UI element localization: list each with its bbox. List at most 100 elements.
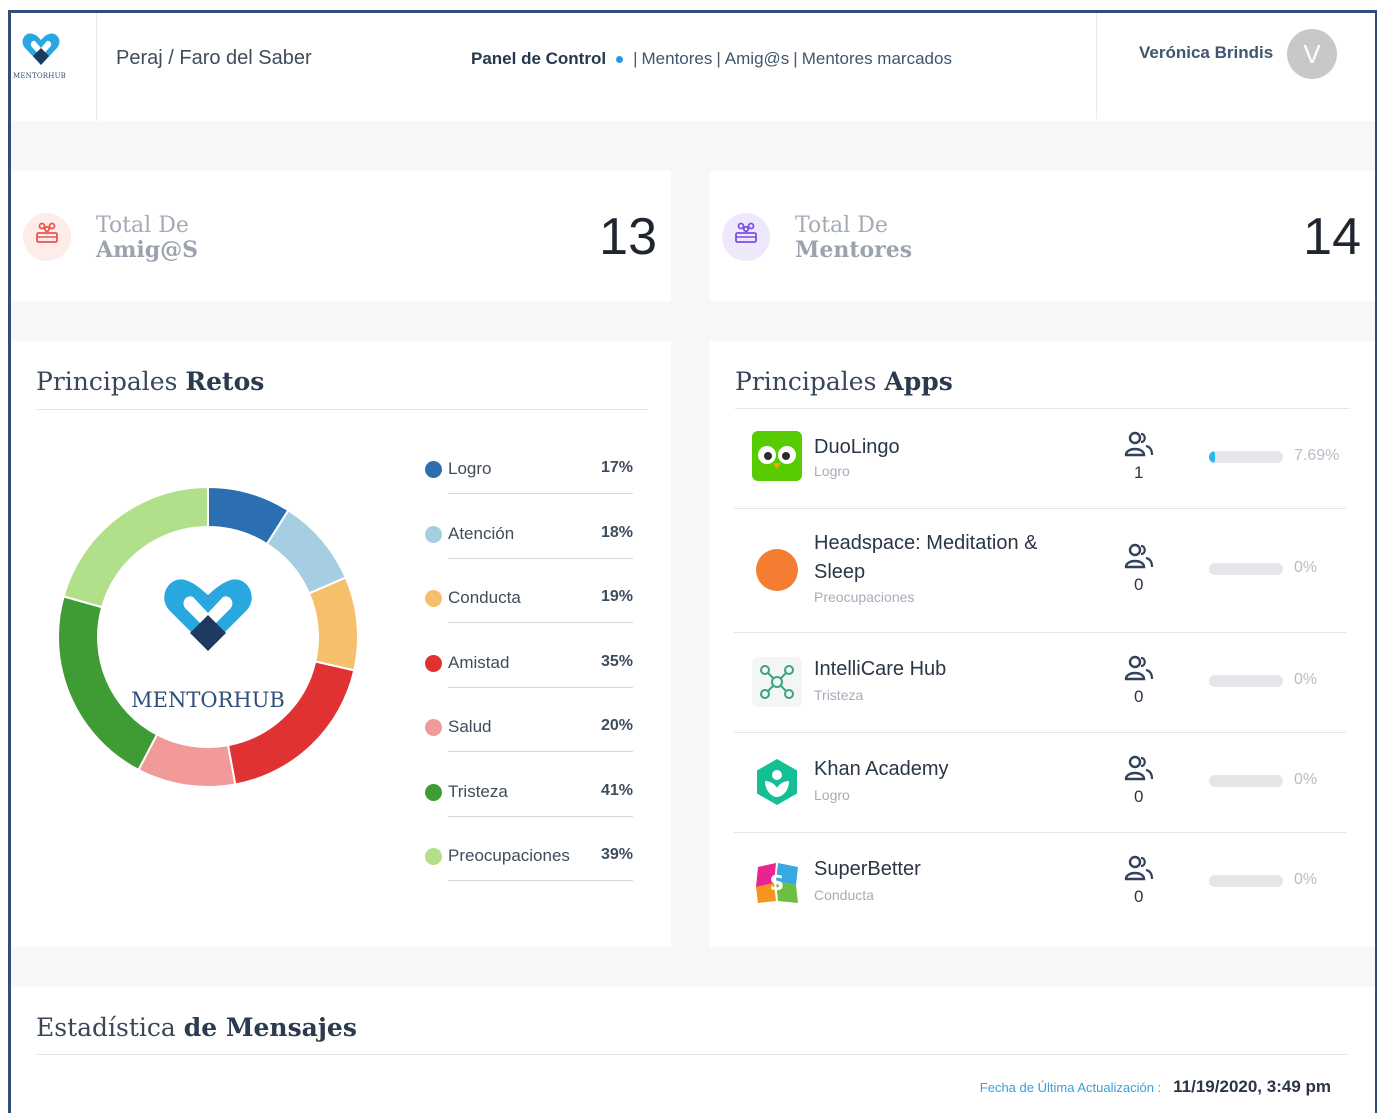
legend-color-dot — [425, 719, 442, 736]
nav-separator: | — [633, 49, 638, 68]
last-update: Fecha de Última Actualización : 11/19/20… — [980, 1077, 1331, 1097]
nav-amigos[interactable]: Amig@s — [725, 49, 790, 69]
legend-divider — [448, 815, 633, 817]
legend-item[interactable]: Amistad 35% — [423, 645, 633, 710]
nav-separator: | — [793, 49, 798, 68]
app-name: SuperBetter — [814, 858, 921, 880]
app-row-khan-academy[interactable]: Khan Academy Logro 0 0% — [734, 733, 1346, 833]
total-mentores-card: Total De Mentores 14 — [710, 171, 1375, 301]
legend-item[interactable]: Atención 18% — [423, 516, 633, 581]
stat-value: 13 — [599, 208, 657, 266]
usage-progress-fill — [1209, 451, 1215, 463]
group-icon — [23, 213, 71, 261]
app-name: DuoLingo — [814, 436, 900, 458]
legend-percent: 20% — [600, 717, 633, 734]
people-icon — [1124, 543, 1154, 569]
usage-percent: 0% — [1294, 771, 1318, 788]
app-category: Logro — [814, 463, 850, 479]
app-user-count: 0 — [1134, 575, 1144, 594]
legend-label: Preocupaciones — [448, 846, 570, 865]
intellicare-icon — [752, 657, 802, 707]
app-user-count: 0 — [1134, 787, 1144, 806]
last-update-value: 11/19/2020, 3:49 pm — [1173, 1077, 1331, 1096]
user-menu[interactable]: Verónica Brindis V — [1096, 13, 1375, 119]
divider — [36, 1054, 1348, 1055]
legend-item[interactable]: Logro 17% — [423, 451, 633, 516]
people-icon — [1124, 855, 1154, 881]
mensajes-title: Estadística de Mensajes — [36, 1013, 357, 1042]
title-bold: de Mensajes — [183, 1013, 357, 1042]
legend-item[interactable]: Tristeza 41% — [423, 774, 633, 839]
people-icon — [1124, 431, 1154, 457]
donut-slice-amistad[interactable] — [226, 660, 356, 786]
app-category: Logro — [814, 787, 850, 803]
legend-percent: 18% — [600, 523, 633, 541]
total-amigos-card: Total De Amig@S 13 — [11, 171, 671, 301]
people-icon — [1124, 755, 1154, 781]
stat-label: Total De Mentores — [795, 213, 912, 263]
legend-color-dot — [425, 590, 442, 607]
legend-divider — [448, 493, 633, 494]
legend-divider — [448, 880, 633, 881]
legend-percent: 19% — [600, 588, 633, 605]
legend-percent: 35% — [600, 652, 633, 670]
main-nav: Panel de Control | Mentores | Amig@s | M… — [471, 49, 952, 69]
legend-item[interactable]: Conducta 19% — [423, 580, 633, 645]
duolingo-icon — [752, 431, 802, 481]
title-bold: Apps — [884, 367, 953, 396]
stat-label-line1: Total De — [795, 213, 888, 238]
legend-color-dot — [425, 848, 442, 865]
legend-label: Atención — [448, 523, 515, 543]
usage-percent: 0% — [1294, 871, 1318, 888]
svg-text:S: S — [770, 871, 784, 895]
title-bold: Retos — [185, 367, 265, 396]
mensajes-card: Estadística de Mensajes Fecha de Última … — [11, 987, 1375, 1113]
legend-color-dot — [425, 525, 442, 543]
nav-panel-de-control[interactable]: Panel de Control — [471, 49, 606, 69]
nav-mentores[interactable]: Mentores — [642, 49, 713, 69]
headspace-icon — [756, 549, 798, 591]
legend-divider — [448, 622, 633, 623]
title-light: Principales — [36, 367, 178, 396]
legend-percent: 41% — [600, 781, 633, 799]
app-row-superbetter[interactable]: S SuperBetter Conducta 0 0% — [734, 833, 1346, 933]
stat-label: Total De Amig@S — [96, 213, 198, 263]
usage-percent: 0% — [1294, 559, 1318, 576]
logo[interactable]: MENTORHUB — [11, 13, 97, 121]
apps-card: Principales Apps DuoLingo Logro 1 7.69% — [710, 341, 1375, 947]
app-row-intellicare[interactable]: IntelliCare Hub Tristeza 0 0% — [734, 633, 1346, 733]
title-light: Principales — [735, 367, 877, 396]
donut-slice-conducta[interactable] — [307, 576, 359, 672]
nav-mentores-marcados[interactable]: Mentores marcados — [802, 49, 952, 69]
apps-title: Principales Apps — [735, 367, 953, 396]
retos-card: Principales Retos MENTORHUB Logro 17% Aten… — [11, 341, 671, 947]
app-user-count: 1 — [1134, 463, 1144, 482]
retos-title: Principales Retos — [36, 367, 264, 396]
app-row-duolingo[interactable]: DuoLingo Logro 1 7.69% — [734, 409, 1346, 509]
avatar[interactable]: V — [1287, 29, 1337, 79]
mentorhub-logo-icon — [22, 33, 60, 65]
stat-label-line1: Total De — [96, 213, 189, 238]
app-user-count: 0 — [1134, 687, 1144, 706]
mentorhub-logo-icon — [164, 579, 252, 651]
legend-label: Salud — [448, 717, 492, 736]
donut-slice-tristeza[interactable] — [57, 595, 159, 772]
legend-item[interactable]: Salud 20% — [423, 709, 633, 774]
legend-divider — [448, 751, 633, 752]
usage-progress-bar — [1209, 675, 1283, 687]
nav-separator: | — [716, 49, 721, 68]
legend-label: Conducta — [448, 588, 521, 607]
app-frame: MENTORHUB Peraj / Faro del Saber Panel d… — [8, 10, 1377, 1113]
usage-progress-bar — [1209, 775, 1283, 787]
legend-item[interactable]: Preocupaciones 39% — [423, 838, 633, 903]
stat-label-line2: Amig@S — [96, 237, 198, 263]
donut-center-logo-text: MENTORHUB — [131, 688, 285, 712]
divider — [36, 409, 648, 410]
active-indicator-dot — [616, 55, 624, 63]
usage-progress-bar — [1209, 451, 1283, 463]
usage-progress-bar — [1209, 563, 1283, 575]
app-category: Conducta — [814, 887, 874, 903]
legend-color-dot — [425, 783, 442, 801]
app-row-headspace[interactable]: Headspace: Meditation & Sleep Preocupaci… — [734, 509, 1346, 633]
legend-label: Tristeza — [448, 781, 508, 801]
